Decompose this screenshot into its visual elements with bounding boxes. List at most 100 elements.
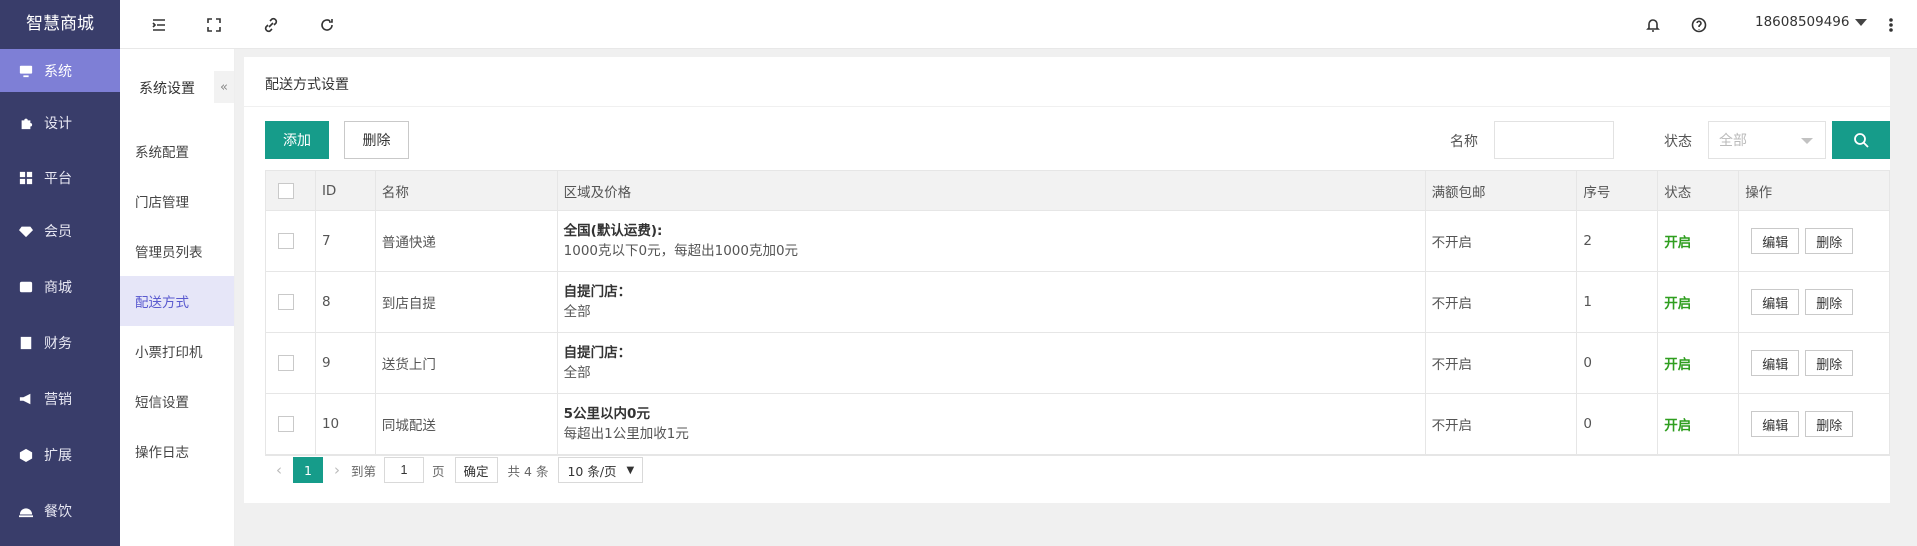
row-checkbox[interactable] [278, 416, 294, 432]
cube-icon [18, 447, 34, 463]
nav-item-member[interactable]: 会员 [0, 203, 120, 259]
sub-item-label: 小票打印机 [135, 345, 203, 361]
cell-order: 2 [1577, 211, 1659, 271]
region-detail: 全部 [563, 304, 591, 320]
row-select [266, 211, 316, 271]
header-order: 序号 [1577, 171, 1659, 210]
gem-icon [18, 223, 34, 239]
sub-item-label: 系统配置 [135, 145, 189, 161]
cell-free-shipping: 不开启 [1426, 211, 1578, 271]
sub-item-log[interactable]: 操作日志 [120, 426, 234, 476]
page-current[interactable]: 1 [293, 457, 323, 483]
edit-button[interactable]: 编辑 [1751, 411, 1800, 437]
cloche-icon [18, 503, 34, 519]
edit-button[interactable]: 编辑 [1751, 289, 1800, 315]
delete-button[interactable]: 删除 [1805, 350, 1854, 376]
sub-item-delivery[interactable]: 配送方式 [120, 276, 234, 326]
more-vertical-icon[interactable] [1880, 14, 1902, 36]
next-page-icon[interactable]: › [323, 461, 351, 479]
status-filter-select[interactable]: 全部 [1708, 121, 1826, 159]
refresh-icon[interactable] [316, 14, 338, 36]
nav-item-platform[interactable]: 平台 [0, 153, 120, 203]
edit-button[interactable]: 编辑 [1751, 228, 1800, 254]
header-region: 区域及价格 [558, 171, 1426, 210]
link-icon[interactable] [260, 14, 282, 36]
edit-button[interactable]: 编辑 [1751, 350, 1800, 376]
goto-page-input[interactable] [384, 457, 425, 483]
puzzle-icon [18, 115, 34, 131]
cell-region: 自提门店： 全部 [558, 272, 1426, 332]
cell-order: 1 [1577, 272, 1659, 332]
cell-order: 0 [1577, 394, 1659, 454]
goto-confirm-button[interactable]: 确定 [454, 457, 498, 483]
nav-item-extend[interactable]: 扩展 [0, 427, 120, 483]
table-header-row: ID 名称 区域及价格 满额包邮 序号 状态 操作 [266, 171, 1889, 211]
nav-item-mall[interactable]: 商城 [0, 259, 120, 315]
table-row: 10 同城配送 5公里以内0元 每超出1公里加收1元 不开启 0 开启 编辑 删… [266, 394, 1889, 455]
menu-toggle-icon[interactable] [148, 14, 170, 36]
add-button[interactable]: 添加 [265, 121, 329, 159]
user-menu[interactable]: 18608509496 [1755, 14, 1868, 30]
delivery-table: ID 名称 区域及价格 满额包邮 序号 状态 操作 7 普通快递 全国(默认运费… [265, 170, 1890, 456]
fullscreen-icon[interactable] [203, 14, 225, 36]
shop-icon [18, 279, 34, 295]
chevron-down-icon [1855, 18, 1868, 26]
cell-id: 8 [316, 272, 376, 332]
page-size-select[interactable]: 10 条/页 ▼ [558, 457, 644, 483]
sub-item-admin-list[interactable]: 管理员列表 [120, 226, 234, 276]
cell-id: 9 [316, 333, 376, 393]
nav-label: 平台 [44, 171, 72, 187]
nav-item-marketing[interactable]: 营销 [0, 371, 120, 427]
region-detail: 1000克以下0元，每超出1000克加0元 [563, 243, 799, 259]
bell-icon[interactable] [1642, 14, 1664, 36]
nav-item-finance[interactable]: 财务 [0, 315, 120, 371]
region-title: 自提门店： [563, 345, 632, 361]
help-icon[interactable] [1688, 14, 1710, 36]
cell-id: 7 [316, 211, 376, 271]
page-suffix: 页 [432, 463, 445, 479]
sub-item-label: 配送方式 [135, 295, 189, 311]
nav-item-catering[interactable]: 餐饮 [0, 483, 120, 539]
row-checkbox[interactable] [278, 233, 294, 249]
delete-button[interactable]: 删除 [1805, 411, 1854, 437]
cell-status: 开启 [1658, 211, 1740, 271]
cell-status: 开启 [1658, 272, 1740, 332]
cell-free-shipping: 不开启 [1426, 333, 1578, 393]
cell-name: 普通快递 [376, 211, 558, 271]
row-checkbox[interactable] [278, 294, 294, 310]
sub-item-sms[interactable]: 短信设置 [120, 376, 234, 426]
delete-button[interactable]: 删除 [1805, 228, 1854, 254]
select-all-checkbox[interactable] [278, 182, 294, 199]
cell-region: 全国(默认运费): 1000克以下0元，每超出1000克加0元 [558, 211, 1426, 271]
megaphone-icon [18, 391, 34, 407]
prev-page-icon[interactable]: ‹ [265, 461, 293, 479]
sub-item-system-config[interactable]: 系统配置 [120, 126, 234, 176]
nav-label: 餐饮 [44, 504, 72, 520]
row-select [266, 333, 316, 393]
monitor-icon [18, 63, 34, 79]
search-button[interactable] [1832, 121, 1890, 159]
brand-title: 智慧商城 [0, 0, 120, 49]
delete-button[interactable]: 删除 [1805, 289, 1854, 315]
header-select-all [266, 171, 316, 210]
name-filter-input[interactable] [1494, 121, 1614, 159]
delete-selected-button[interactable]: 删除 [344, 121, 409, 159]
cell-actions: 编辑 删除 [1739, 394, 1889, 454]
collapse-sidebar-icon[interactable]: « [214, 71, 234, 103]
row-select [266, 272, 316, 332]
sub-item-printer[interactable]: 小票打印机 [120, 326, 234, 376]
header-status: 状态 [1658, 171, 1740, 210]
row-checkbox[interactable] [278, 355, 294, 371]
goto-label: 到第 [351, 463, 377, 479]
sub-nav: 系统设置 « 系统配置 门店管理 管理员列表 配送方式 小票打印机 短信设置 操… [120, 49, 235, 546]
nav-item-system[interactable]: 系统 [0, 49, 120, 92]
cell-order: 0 [1577, 333, 1659, 393]
status-filter-label: 状态 [1664, 134, 1692, 150]
sub-item-store-manage[interactable]: 门店管理 [120, 176, 234, 226]
table-row: 7 普通快递 全国(默认运费): 1000克以下0元，每超出1000克加0元 不… [266, 211, 1889, 272]
nav-label: 系统 [44, 63, 72, 80]
nav-item-design[interactable]: 设计 [0, 92, 120, 153]
region-title: 5公里以内0元 [563, 406, 650, 422]
cell-status: 开启 [1658, 394, 1740, 454]
header-name: 名称 [376, 171, 558, 210]
